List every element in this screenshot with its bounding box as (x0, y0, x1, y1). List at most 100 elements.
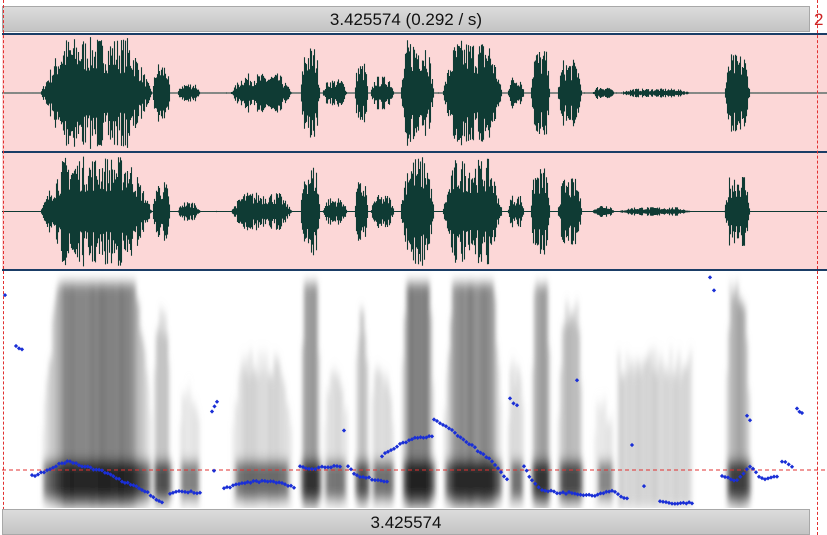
spectrogram-column (676, 363, 678, 508)
pitch-point (227, 485, 233, 490)
spectrogram-column (654, 349, 656, 508)
spectrogram-low-band (454, 461, 457, 499)
spectrogram-low-band (103, 461, 106, 499)
pitch-point (774, 474, 780, 479)
spectrogram-column (686, 366, 688, 508)
spectrogram-low-band (49, 461, 52, 499)
spectrogram-panel[interactable] (2, 271, 827, 508)
spectrogram-column (346, 408, 348, 508)
spectrogram-column (668, 374, 670, 508)
spectrogram-column (678, 351, 680, 508)
spectrogram-low-band (106, 461, 109, 499)
spectrogram-low-band (499, 461, 502, 499)
spectrogram-low-band (343, 461, 346, 499)
spectrogram-column (656, 373, 658, 508)
spectrogram-low-band (391, 461, 394, 499)
time-readout-label: 3.425574 (370, 513, 442, 532)
spectrogram-low-band (511, 461, 514, 499)
spectrogram-low-band (160, 461, 163, 499)
spectrogram-low-band (97, 461, 100, 499)
spectrogram-column (622, 376, 624, 508)
spectrogram-low-band (277, 461, 280, 499)
spectrogram-column (626, 354, 628, 508)
spectrogram-low-band (361, 461, 364, 499)
spectrogram-column (628, 371, 630, 508)
spectrogram-low-band (286, 461, 289, 499)
pitch-point (211, 468, 217, 473)
spectrogram-low-band (238, 461, 241, 499)
spectrogram-low-band (307, 461, 310, 499)
spectrogram-low-band (235, 461, 238, 499)
spectrogram-low-band (94, 461, 97, 499)
pitch-point (779, 459, 785, 464)
waveform-channel-2[interactable] (2, 153, 827, 270)
spectrogram-column (684, 366, 686, 508)
pitch-point (291, 485, 297, 490)
spectrogram-low-band (466, 461, 469, 499)
spectrogram-low-band (460, 461, 463, 499)
spectrogram-low-band (514, 461, 517, 499)
waveform-trace (2, 156, 827, 267)
spectrogram-low-band (487, 461, 490, 499)
pitch-point (13, 343, 19, 349)
spectrogram-column (618, 352, 620, 508)
spectrogram-column (660, 353, 662, 508)
pitch-point (527, 474, 532, 479)
spectrogram-low-band (73, 461, 76, 499)
pitch-point (394, 444, 400, 449)
spectrogram-low-band (535, 461, 538, 499)
spectrogram-column (674, 376, 676, 508)
spectrogram-column (672, 370, 674, 508)
spectrogram-low-band (739, 461, 742, 499)
spectrogram-column (634, 372, 636, 508)
spectrogram-column (652, 368, 654, 508)
spectrogram-low-band (283, 461, 286, 499)
spectrogram-column (688, 357, 690, 508)
spectrogram-low-band (463, 461, 466, 499)
waveform-channel-1[interactable] (2, 34, 827, 152)
spectrogram-low-band (109, 461, 112, 499)
spectrogram-low-band (157, 461, 160, 499)
spectrogram-low-band (310, 461, 313, 499)
spectrogram-low-band (418, 461, 421, 499)
pitch-point (789, 464, 795, 469)
spectrogram-low-band (490, 461, 493, 499)
pitch-point (501, 474, 507, 479)
spectrogram-low-band (406, 461, 409, 499)
pitch-point (209, 409, 215, 414)
spectrogram-low-band (100, 461, 103, 499)
spectrogram-column (650, 350, 652, 508)
spectrogram-low-band (403, 461, 406, 499)
spectrogram-low-band (280, 461, 283, 499)
pitch-point (794, 406, 800, 411)
spectrogram-low-band (451, 461, 454, 499)
spectrogram-low-band (448, 461, 451, 499)
spectrogram-low-band (142, 461, 145, 499)
spectrogram-low-band (415, 461, 418, 499)
spectrogram-low-band (475, 461, 478, 499)
spectrogram-column (666, 364, 668, 508)
spectrogram-low-band (409, 461, 412, 499)
spectrogram-low-band (127, 461, 130, 499)
selection-duration-bar[interactable]: 3.425574 (0.292 / s) (2, 6, 810, 32)
spectrogram-low-band (517, 461, 520, 499)
pitch-point (214, 399, 220, 404)
spectrogram-low-band (388, 461, 391, 499)
pitch-point (753, 470, 759, 475)
time-readout-bar[interactable]: 3.425574 (2, 509, 810, 535)
selection-end-cursor[interactable] (817, 0, 818, 535)
spectrogram-low-band (544, 461, 547, 499)
channel-separator-top (2, 33, 827, 35)
spectrogram-low-band (472, 461, 475, 499)
selection-start-cursor[interactable] (3, 0, 4, 535)
spectrogram-column (658, 363, 660, 508)
next-interval-label: 2 (814, 10, 824, 29)
spectrogram-low-band (139, 461, 142, 499)
spectrogram-low-band (355, 461, 358, 499)
spectrogram-low-band (430, 461, 433, 499)
spectrogram-low-band (364, 461, 367, 499)
spectrogram-low-band (367, 461, 370, 499)
spectrogram-energy (42, 283, 751, 508)
spectrogram-low-band (244, 461, 247, 499)
pitch-point (524, 468, 529, 473)
